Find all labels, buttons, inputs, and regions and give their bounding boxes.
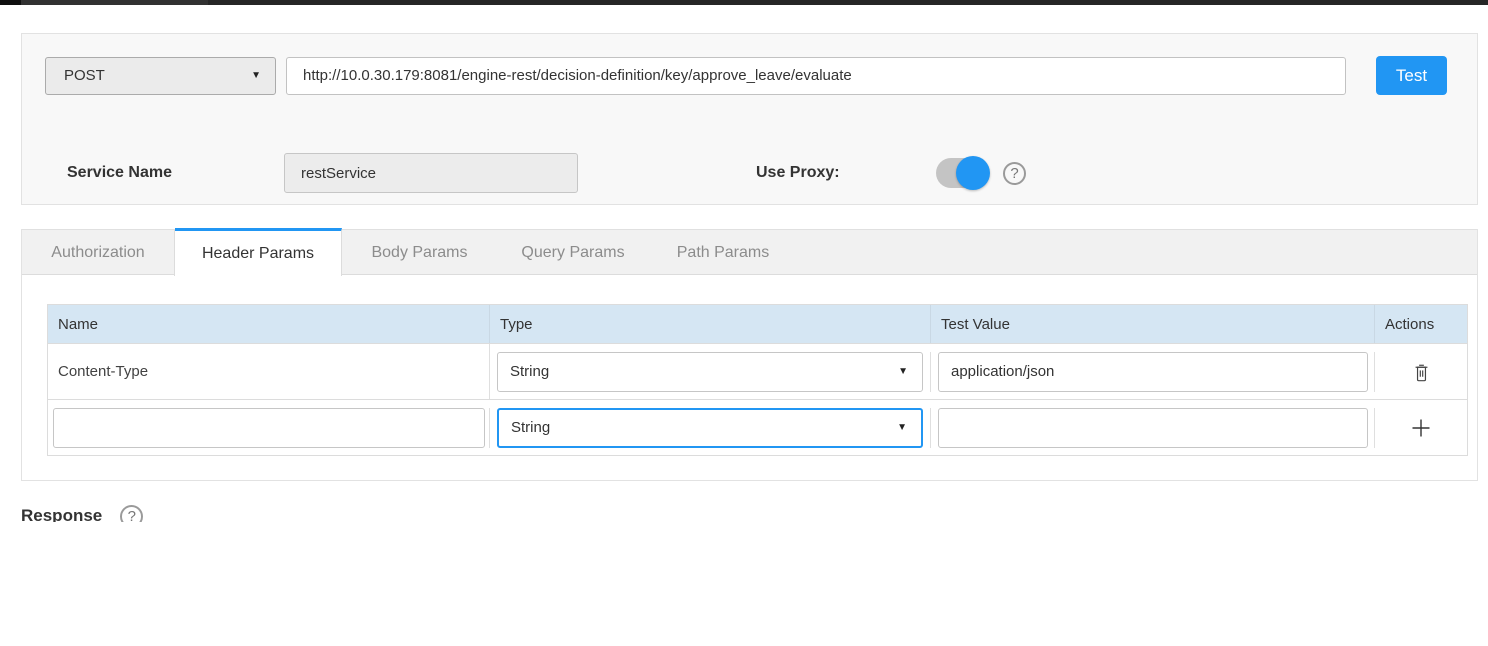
response-help-icon[interactable]: ? [120,505,143,522]
response-section: Response? [21,505,1488,522]
trash-icon [1412,361,1431,383]
param-type-value: String [510,363,549,380]
param-type-select[interactable]: String ▼ [497,352,923,392]
use-proxy-label: Use Proxy: [756,164,840,182]
dropdown-caret-icon: ▼ [897,422,907,433]
column-header-type: Type [490,305,931,343]
use-proxy-help-icon[interactable]: ? [1003,162,1026,185]
service-proxy-row: Service Name Use Proxy: ? [22,153,1477,193]
params-panel: Authorization Header Params Body Params … [21,229,1478,481]
service-name-input[interactable] [284,153,578,193]
param-type-select[interactable]: String ▼ [497,408,923,448]
toggle-knob [956,156,990,190]
param-name-text: Content-Type [48,344,490,399]
dropdown-caret-icon: ▼ [251,70,261,81]
add-row-button[interactable] [1405,412,1437,444]
column-header-test-value: Test Value [931,305,1375,343]
browser-top-edge [0,0,1488,5]
request-config-panel: POST ▼ Test Service Name Use Proxy: ? [21,33,1478,205]
request-url-row: POST ▼ Test [45,56,1447,95]
table-row: String ▼ [48,399,1467,455]
test-button[interactable]: Test [1376,56,1447,95]
tab-body-params[interactable]: Body Params [342,230,497,276]
dropdown-caret-icon: ▼ [898,366,908,377]
top-edge-segment [0,0,21,5]
table-header-row: Name Type Test Value Actions [48,305,1467,343]
top-edge-segment [21,0,208,5]
plus-icon [1409,416,1433,440]
param-type-value: String [511,419,550,436]
service-name-label: Service Name [67,164,172,182]
params-tabs: Authorization Header Params Body Params … [22,229,1477,275]
http-method-select[interactable]: POST ▼ [45,57,276,95]
params-table: Name Type Test Value Actions Content-Typ… [47,304,1468,456]
column-header-name: Name [48,305,490,343]
table-row: Content-Type String ▼ [48,343,1467,399]
tab-header-params[interactable]: Header Params [175,228,342,276]
tab-path-params[interactable]: Path Params [649,230,797,276]
column-header-actions: Actions [1375,305,1467,343]
param-test-value-input[interactable] [938,408,1368,448]
response-label: Response [21,506,102,522]
param-test-value-input[interactable] [938,352,1368,392]
tab-query-params[interactable]: Query Params [497,230,649,276]
use-proxy-toggle[interactable] [936,158,988,188]
endpoint-url-input[interactable] [286,57,1346,95]
http-method-value: POST [64,67,105,84]
delete-row-button[interactable] [1408,357,1435,387]
param-name-input[interactable] [53,408,485,448]
tab-authorization[interactable]: Authorization [22,230,175,276]
